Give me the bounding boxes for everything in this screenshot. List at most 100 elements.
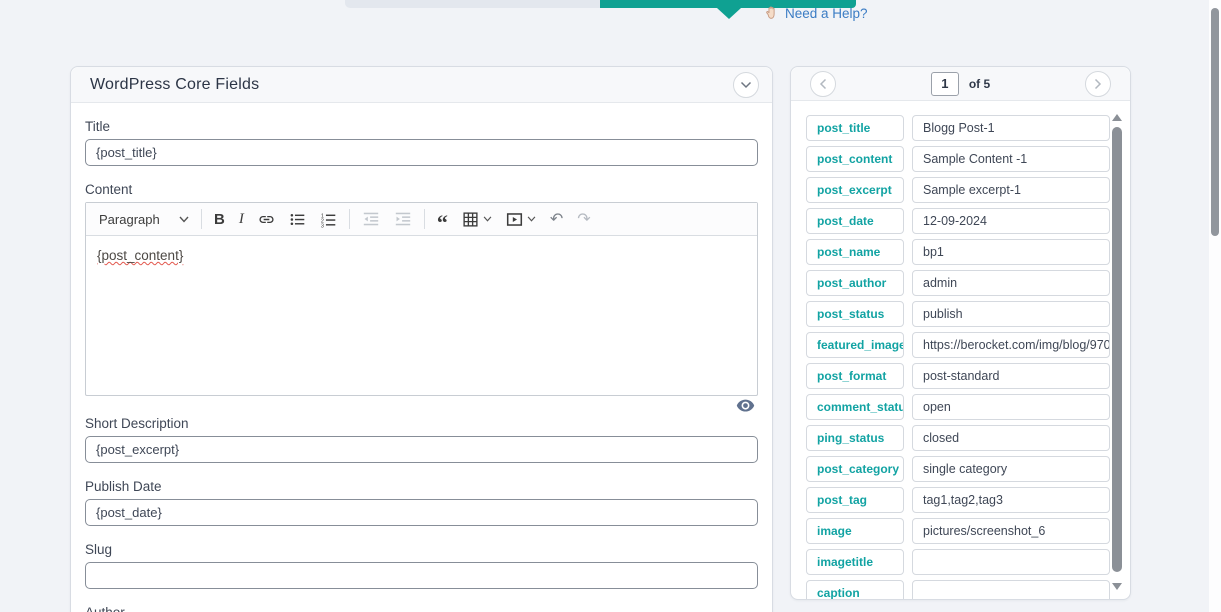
- field-name-chip[interactable]: post_status: [806, 301, 904, 327]
- field-row: comment_status open: [806, 394, 1110, 420]
- undo-icon: ↶: [550, 209, 563, 229]
- field-row: post_excerpt Sample excerpt-1: [806, 177, 1110, 203]
- field-name-chip[interactable]: post_title: [806, 115, 904, 141]
- previous-record-button[interactable]: [810, 71, 836, 97]
- field-row: post_title Blogg Post-1: [806, 115, 1110, 141]
- field-name-chip[interactable]: post_format: [806, 363, 904, 389]
- field-value-cell: admin: [912, 270, 1110, 296]
- field-row: post_tag tag1,tag2,tag3: [806, 487, 1110, 513]
- field-name-chip[interactable]: comment_status: [806, 394, 904, 420]
- italic-button[interactable]: I: [232, 207, 251, 232]
- content-rich-text-editor: Paragraph B I: [85, 202, 758, 396]
- numbered-list-icon: 1 2 3: [320, 211, 337, 228]
- field-value-cell: https://berocket.com/img/blog/97001e: [912, 332, 1110, 358]
- page-count-label: of 5: [969, 77, 990, 91]
- preview-scrollbar-thumb[interactable]: [1112, 127, 1122, 572]
- field-name-chip[interactable]: post_date: [806, 208, 904, 234]
- chevron-down-icon: [740, 81, 752, 89]
- link-icon: [258, 211, 275, 228]
- panel-header: WordPress Core Fields: [71, 67, 772, 103]
- field-name-chip[interactable]: post_content: [806, 146, 904, 172]
- page-scrollbar-track[interactable]: [1209, 0, 1221, 612]
- table-icon: [462, 211, 479, 228]
- field-name-chip[interactable]: ping_status: [806, 425, 904, 451]
- field-value-cell: [912, 549, 1110, 575]
- field-value-cell: bp1: [912, 239, 1110, 265]
- chevron-down-icon: [179, 216, 189, 223]
- preview-scrollbar-track[interactable]: [1112, 114, 1122, 590]
- field-value-cell: tag1,tag2,tag3: [912, 487, 1110, 513]
- outdent-button[interactable]: [355, 206, 387, 232]
- field-row: featured_image https://berocket.com/img/…: [806, 332, 1110, 358]
- need-help-link[interactable]: Need a Help?: [764, 5, 868, 21]
- paragraph-style-label: Paragraph: [99, 212, 160, 227]
- field-value-cell: Sample Content -1: [912, 146, 1110, 172]
- content-label: Content: [85, 182, 758, 197]
- redo-icon: ↷: [577, 209, 590, 229]
- preview-pagination-header: of 5: [791, 67, 1130, 101]
- field-row: imagetitle: [806, 549, 1110, 575]
- field-name-chip[interactable]: post_tag: [806, 487, 904, 513]
- slug-input[interactable]: [85, 562, 758, 589]
- bold-button[interactable]: B: [207, 207, 232, 232]
- field-value-cell: pictures/screenshot_6: [912, 518, 1110, 544]
- field-value-cell: Sample excerpt-1: [912, 177, 1110, 203]
- field-row: post_name bp1: [806, 239, 1110, 265]
- field-name-chip[interactable]: image: [806, 518, 904, 544]
- field-name-chip[interactable]: featured_image: [806, 332, 904, 358]
- field-row: post_category single category: [806, 456, 1110, 482]
- field-value-cell: closed: [912, 425, 1110, 451]
- field-name-chip[interactable]: post_author: [806, 270, 904, 296]
- field-name-chip[interactable]: caption: [806, 580, 904, 600]
- blockquote-button[interactable]: “: [430, 210, 455, 228]
- editor-toolbar: Paragraph B I: [86, 203, 757, 236]
- media-embed-button[interactable]: [499, 207, 543, 232]
- short-description-label: Short Description: [85, 416, 758, 431]
- slug-label: Slug: [85, 542, 758, 557]
- scroll-up-arrow-icon[interactable]: [1112, 114, 1122, 121]
- field-row: post_status publish: [806, 301, 1110, 327]
- link-button[interactable]: [251, 207, 282, 232]
- page-scrollbar-thumb[interactable]: [1211, 8, 1219, 236]
- publish-date-label: Publish Date: [85, 479, 758, 494]
- hand-icon: [764, 5, 779, 21]
- bulleted-list-button[interactable]: [282, 207, 313, 232]
- content-editor-textarea[interactable]: {post_content}: [86, 236, 757, 395]
- field-row: ping_status closed: [806, 425, 1110, 451]
- next-record-button[interactable]: [1085, 71, 1111, 97]
- data-preview-panel: of 5 post_title Blogg Post-1 post_conten…: [790, 66, 1131, 600]
- numbered-list-button[interactable]: 1 2 3: [313, 207, 344, 232]
- field-row: caption: [806, 580, 1110, 600]
- field-row: image pictures/screenshot_6: [806, 518, 1110, 544]
- field-mapping-list: post_title Blogg Post-1 post_content Sam…: [806, 115, 1110, 600]
- chevron-down-icon: [527, 216, 536, 222]
- publish-date-input[interactable]: [85, 499, 758, 526]
- indent-icon: [394, 210, 412, 228]
- field-row: post_content Sample Content -1: [806, 146, 1110, 172]
- undo-button[interactable]: ↶: [543, 205, 570, 233]
- current-page-input[interactable]: [931, 72, 959, 96]
- chevron-down-icon: [483, 216, 492, 222]
- table-button[interactable]: [455, 207, 499, 232]
- redo-button[interactable]: ↷: [570, 205, 597, 233]
- bulleted-list-icon: [289, 211, 306, 228]
- title-input[interactable]: [85, 139, 758, 166]
- field-name-chip[interactable]: post_category: [806, 456, 904, 482]
- toolbar-separator: [349, 209, 350, 229]
- toolbar-separator: [201, 209, 202, 229]
- chevron-left-icon: [819, 78, 827, 90]
- field-row: post_author admin: [806, 270, 1110, 296]
- field-name-chip[interactable]: imagetitle: [806, 549, 904, 575]
- indent-button[interactable]: [387, 206, 419, 232]
- field-name-chip[interactable]: post_excerpt: [806, 177, 904, 203]
- field-value-cell: post-standard: [912, 363, 1110, 389]
- paragraph-style-dropdown[interactable]: Paragraph: [92, 208, 196, 231]
- field-name-chip[interactable]: post_name: [806, 239, 904, 265]
- preview-eye-icon[interactable]: [736, 399, 755, 413]
- chevron-right-icon: [1094, 78, 1102, 90]
- collapse-panel-button[interactable]: [733, 72, 759, 98]
- video-icon: [506, 211, 523, 228]
- short-description-input[interactable]: [85, 436, 758, 463]
- toolbar-separator: [424, 209, 425, 229]
- scroll-down-arrow-icon[interactable]: [1112, 583, 1122, 590]
